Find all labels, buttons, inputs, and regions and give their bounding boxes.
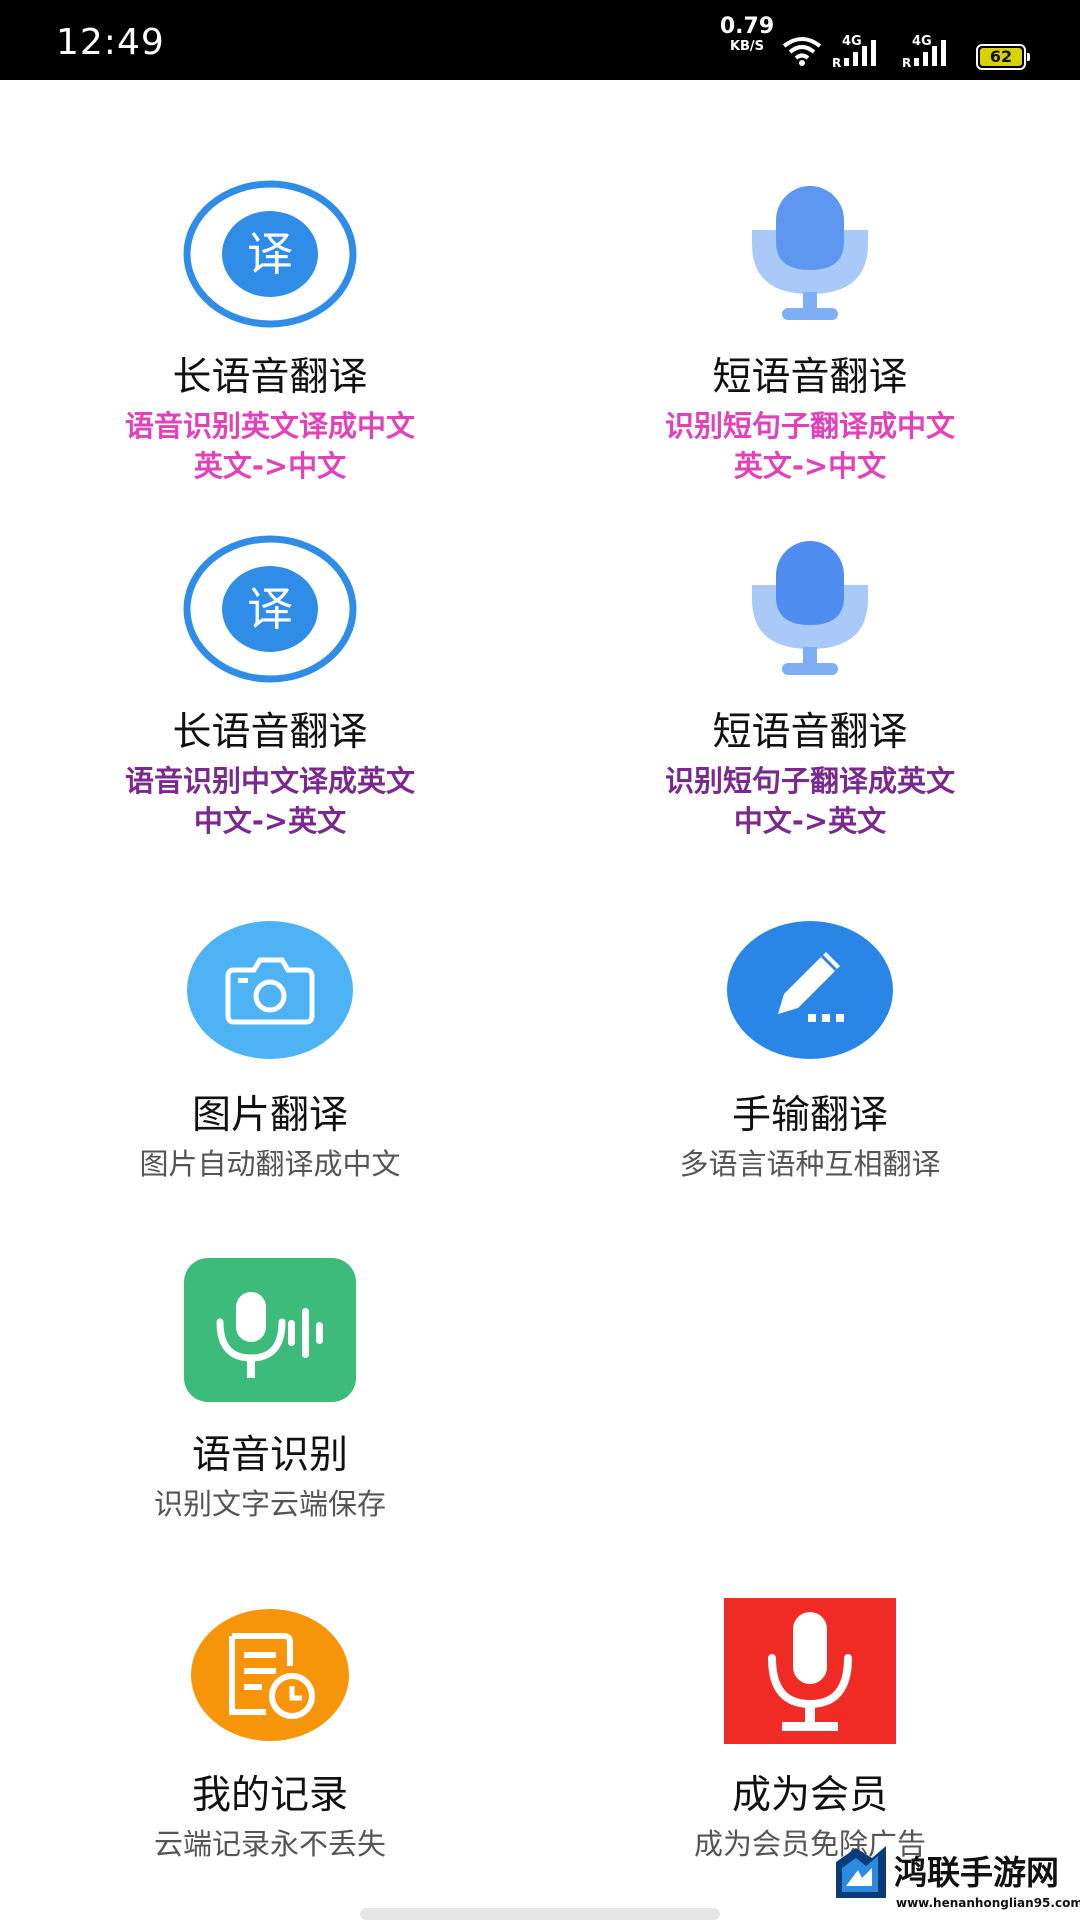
network-speed-unit: KB/S	[729, 39, 765, 54]
gesture-bar[interactable]	[360, 1908, 720, 1920]
feature-title: 长语音翻译	[172, 355, 368, 400]
translate-icon: 译	[183, 180, 357, 328]
battery-level: 62	[989, 47, 1013, 66]
feature-my-records[interactable]: 我的记录 云端记录永不丢失	[0, 1604, 540, 1864]
feature-title: 短语音翻译	[712, 355, 908, 400]
battery-icon: 62	[976, 44, 1030, 70]
feature-desc: 语音识别英文译成中文	[124, 409, 415, 443]
history-document-icon	[191, 1609, 349, 1741]
network-speed-value: 0.79	[719, 14, 775, 39]
voice-wave-icon	[184, 1258, 356, 1402]
feature-handwrite-translate[interactable]: 手输翻译 多语言语种互相翻译	[540, 920, 1080, 1181]
pencil-icon	[727, 921, 893, 1059]
translate-icon: 译	[183, 535, 357, 683]
feature-desc: 识别文字云端保存	[153, 1487, 386, 1521]
microphone-icon	[752, 186, 868, 320]
feature-title: 长语音翻译	[172, 710, 368, 755]
feature-desc: 图片自动翻译成中文	[139, 1147, 401, 1181]
feature-speech-recognition[interactable]: 语音识别 识别文字云端保存	[0, 1258, 540, 1521]
red-microphone-icon	[724, 1598, 896, 1744]
feature-direction: 中文->英文	[733, 804, 887, 838]
feature-desc: 多语言语种互相翻译	[679, 1147, 941, 1181]
feature-title: 短语音翻译	[712, 710, 908, 755]
network-speed: 0.79 KB/S	[712, 14, 782, 54]
feature-desc: 识别短句子翻译成中文	[664, 409, 955, 443]
feature-become-member[interactable]: 成为会员 成为会员免除广告	[540, 1598, 1080, 1868]
feature-direction: 英文->中文	[193, 449, 347, 483]
feature-direction: 中文->英文	[193, 804, 347, 838]
camera-icon	[187, 921, 353, 1059]
feature-title: 手输翻译	[731, 1093, 888, 1138]
watermark-text: 鸿联手游网	[894, 1853, 1059, 1892]
feature-short-voice-en-zh[interactable]: 短语音翻译 识别短句子翻译成中文 英文->中文	[540, 180, 1080, 500]
watermark-logo-icon	[836, 1846, 886, 1898]
feature-short-voice-zh-en[interactable]: 短语音翻译 识别短句子翻译成英文 中文->英文	[540, 535, 1080, 855]
feature-title: 图片翻译	[191, 1093, 348, 1138]
site-watermark: 鸿联手游网 www.henanhonglian95.com	[832, 1842, 1080, 1920]
status-bar: 12:49 0.79 KB/S 4G R 4G R 62	[0, 0, 1080, 80]
feature-title: 我的记录	[191, 1773, 348, 1818]
feature-desc: 云端记录永不丢失	[153, 1827, 386, 1861]
watermark-url: www.henanhonglian95.com	[896, 1896, 1080, 1910]
feature-title: 语音识别	[191, 1433, 348, 1478]
microphone-icon	[752, 541, 868, 675]
feature-title: 成为会员	[731, 1773, 888, 1818]
feature-direction: 英文->中文	[733, 449, 887, 483]
wifi-icon	[782, 37, 822, 66]
svg-text:译: 译	[247, 227, 293, 281]
status-time: 12:49	[56, 22, 165, 63]
feature-desc: 语音识别中文译成英文	[124, 764, 415, 798]
svg-text:译: 译	[247, 582, 293, 636]
feature-image-translate[interactable]: 图片翻译 图片自动翻译成中文	[0, 920, 540, 1181]
feature-long-voice-zh-en[interactable]: 译 长语音翻译 语音识别中文译成英文 中文->英文	[0, 535, 540, 855]
feature-long-voice-en-zh[interactable]: 译 长语音翻译 语音识别英文译成中文 英文->中文	[0, 180, 540, 500]
feature-desc: 识别短句子翻译成英文	[664, 764, 955, 798]
